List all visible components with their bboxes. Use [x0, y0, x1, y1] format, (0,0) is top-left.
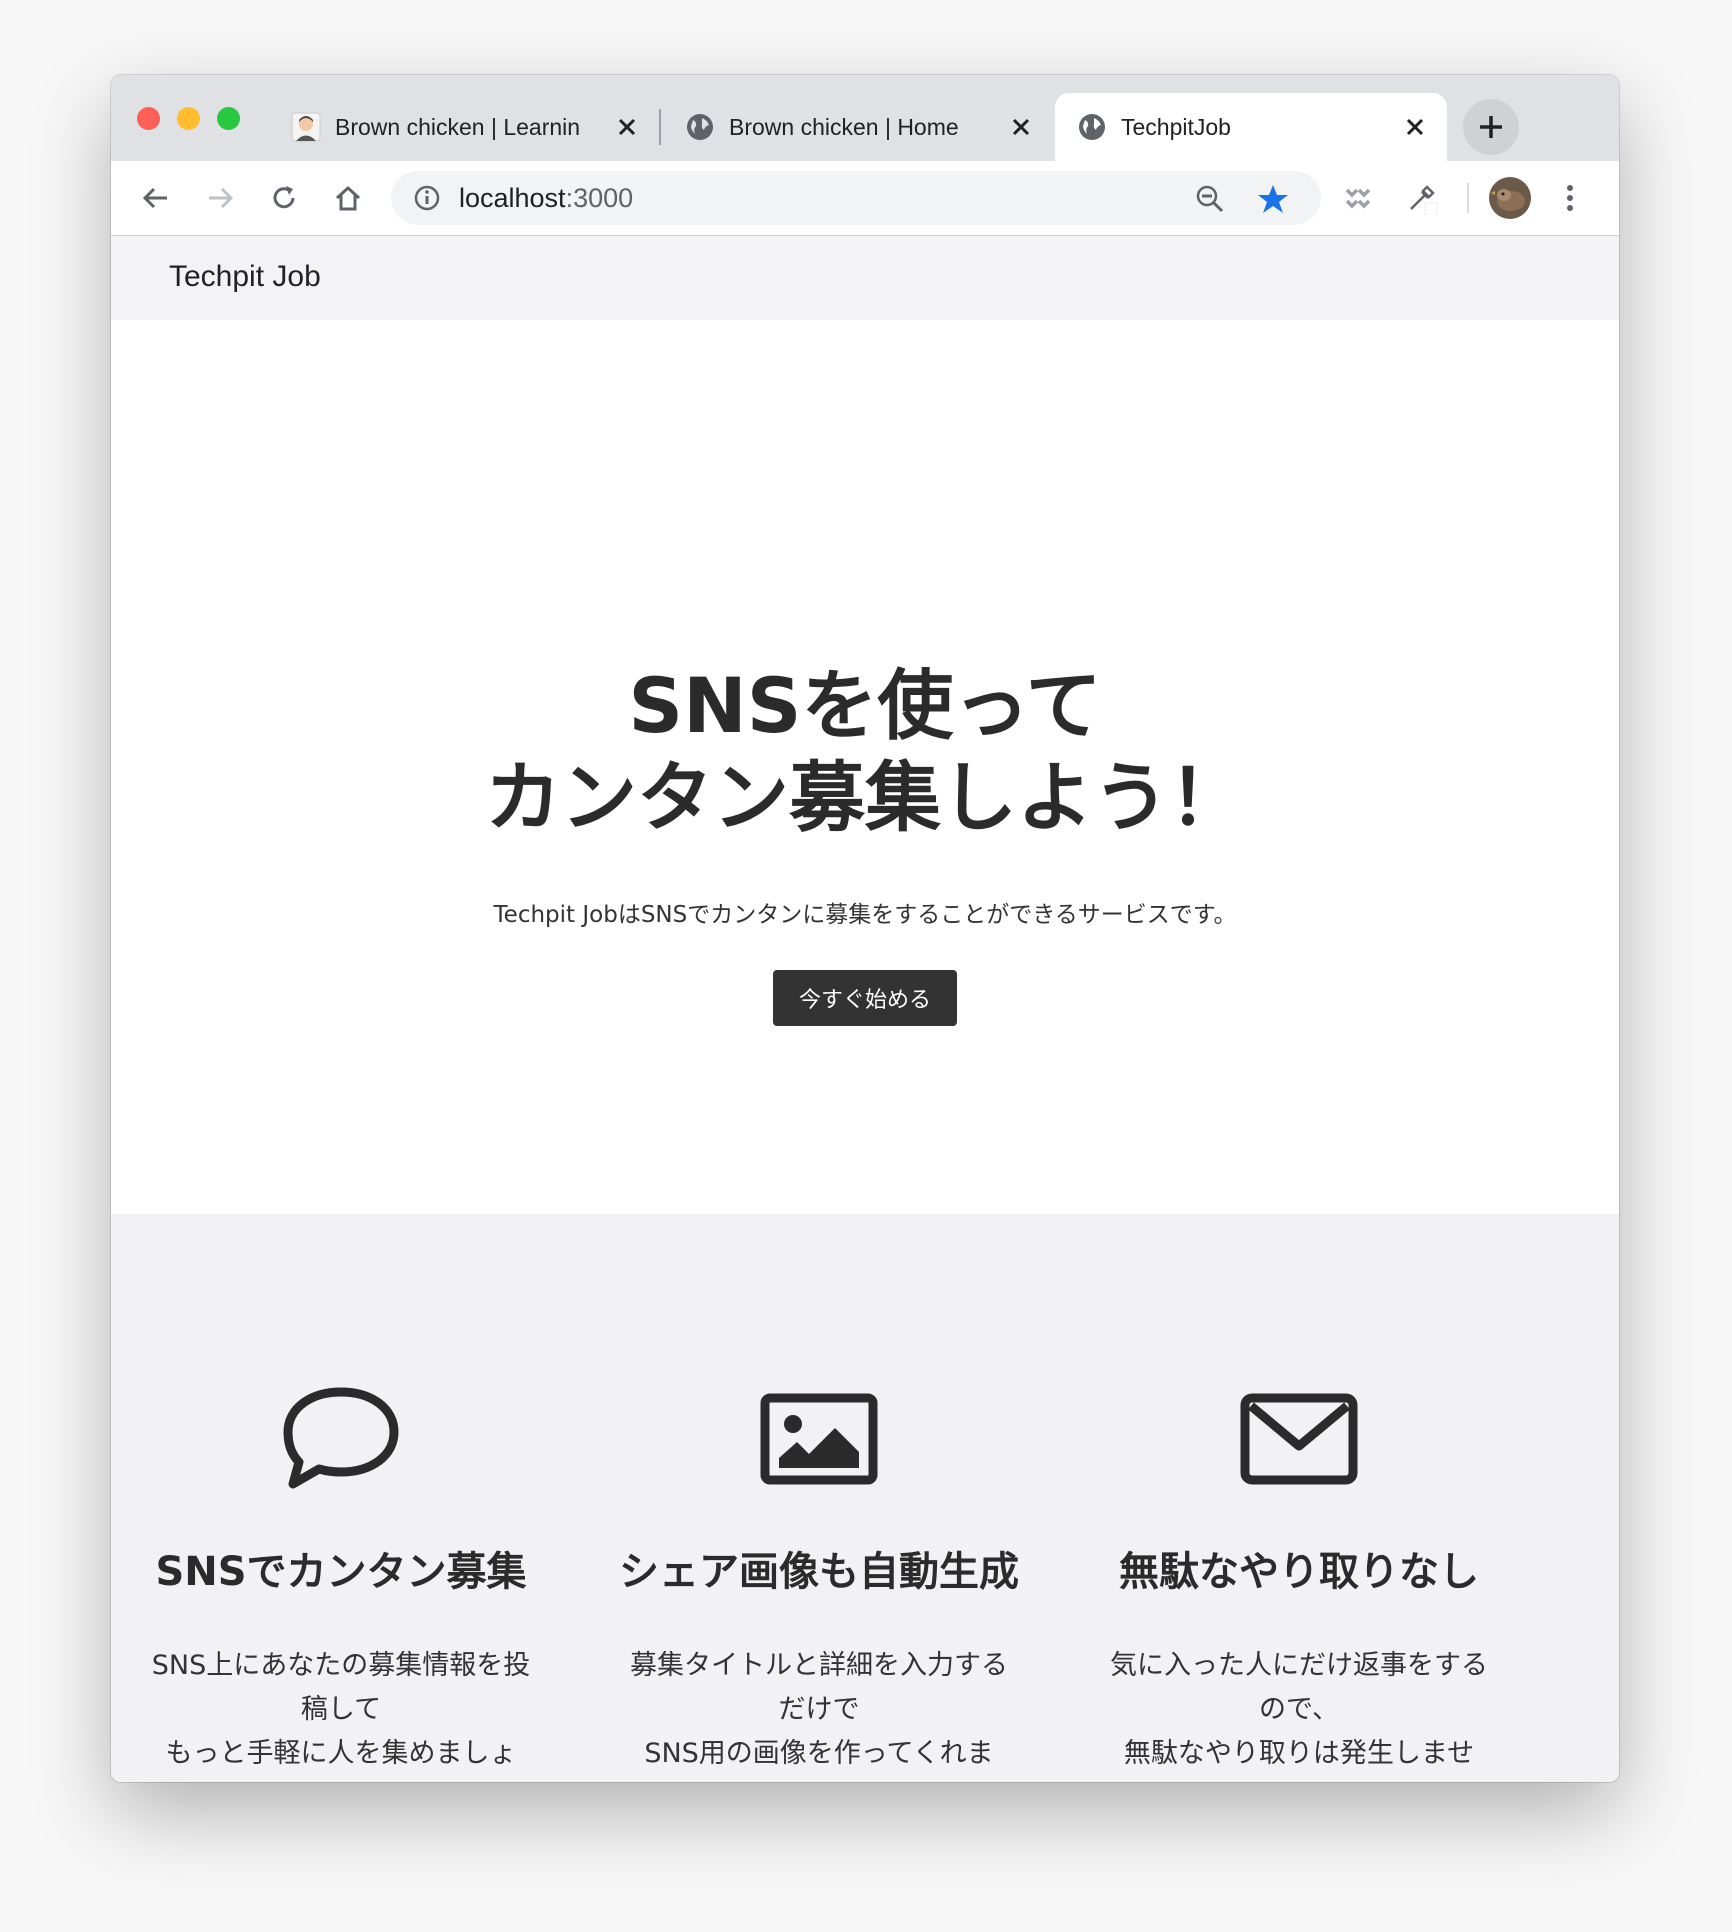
feature-description: SNS上にあなたの募集情報を投 稿して もっと手軽に人を集めましょ — [141, 1644, 541, 1776]
tab-title: TechpitJob — [1121, 113, 1231, 140]
reload-icon — [273, 186, 295, 209]
speech-bubble-icon — [283, 1387, 399, 1489]
forward-button[interactable] — [203, 181, 237, 215]
url-port: :3000 — [565, 183, 634, 213]
brand-link[interactable]: Techpit Job — [169, 260, 321, 294]
globe-icon — [687, 114, 713, 140]
arrow-right-icon — [209, 187, 234, 209]
back-button[interactable] — [139, 181, 173, 215]
plus-icon — [1480, 116, 1502, 138]
profile-avatar[interactable] — [1489, 177, 1531, 219]
new-tab-button[interactable] — [1463, 99, 1519, 155]
bookmark-star-icon[interactable] — [1257, 183, 1289, 215]
envelope-icon — [1240, 1393, 1358, 1485]
browser-window: Brown chicken | Learnin Brown chicken | … — [111, 75, 1619, 1782]
feature-description: 募集タイトルと詳細を入力する だけで SNS用の画像を作ってくれま — [619, 1644, 1019, 1776]
close-icon[interactable] — [1009, 115, 1033, 139]
toolbar-divider — [1467, 183, 1469, 213]
close-window-button[interactable] — [137, 107, 160, 130]
browser-toolbar: localhost:3000 — [111, 161, 1619, 237]
menu-button[interactable] — [1553, 181, 1587, 215]
minimize-window-button[interactable] — [177, 107, 200, 130]
feature-description: 気に入った人にだけ返事をする ので、 無駄なやり取りは発生しませ — [1099, 1644, 1499, 1776]
feature-desc-line: SNS上にあなたの募集情報を投 — [151, 1650, 531, 1681]
url-host: localhost — [459, 183, 566, 213]
feature-title: 無駄なやり取りなし — [1119, 1549, 1479, 1595]
arrow-left-icon — [142, 187, 167, 209]
feature-desc-line: ので、 — [1259, 1694, 1339, 1725]
features-section: SNSでカンタン募集 SNS上にあなたの募集情報を投 稿して もっと手軽に人を集… — [111, 1214, 1619, 1782]
tab-brown-chicken-learning[interactable]: Brown chicken | Learnin — [269, 93, 659, 161]
feature-desc-line: だけで — [778, 1694, 860, 1725]
zoom-window-button[interactable] — [217, 107, 240, 130]
feature-desc-line: 無駄なやり取りは発生しませ — [1123, 1738, 1475, 1769]
hero-title: SNSを使って カンタン募集しよう！ — [111, 660, 1619, 844]
reload-button[interactable] — [267, 181, 301, 215]
feature-title: SNSでカンタン募集 — [155, 1549, 527, 1595]
more-vertical-icon — [1567, 185, 1573, 211]
globe-icon — [1079, 114, 1105, 140]
home-icon — [335, 185, 361, 211]
start-now-button[interactable]: 今すぐ始める — [773, 970, 957, 1026]
url-text: localhost:3000 — [459, 183, 633, 214]
image-icon — [760, 1393, 878, 1485]
feature-desc-line: 気に入った人にだけ返事をする — [1110, 1650, 1488, 1681]
hero-section: SNSを使って カンタン募集しよう！ Techpit JobはSNSでカンタンに… — [111, 320, 1619, 1214]
close-icon[interactable] — [615, 115, 639, 139]
zoom-out-icon[interactable] — [1195, 184, 1225, 214]
extension-button[interactable] — [1341, 181, 1375, 215]
eyedropper-extension-button[interactable] — [1405, 181, 1439, 215]
tab-strip: Brown chicken | Learnin Brown chicken | … — [111, 75, 1619, 161]
close-icon[interactable] — [1403, 115, 1427, 139]
feature-desc-line: 稿して — [300, 1694, 382, 1725]
avatar-favicon-icon — [291, 112, 321, 142]
hero-title-line-2: カンタン募集しよう！ — [485, 753, 1245, 842]
site-navbar: Techpit Job — [111, 236, 1619, 320]
tab-title: Brown chicken | Home — [729, 113, 959, 140]
tab-techpitjob[interactable]: TechpitJob — [1055, 93, 1447, 161]
feature-desc-line: もっと手軽に人を集めましょ — [165, 1738, 517, 1769]
hero-lead-text: Techpit JobはSNSでカンタンに募集をすることができるサービスです。 — [493, 902, 1237, 928]
extension-icon — [1345, 188, 1371, 209]
address-bar[interactable]: localhost:3000 — [391, 171, 1321, 225]
home-button[interactable] — [331, 181, 365, 215]
avatar-icon — [1489, 177, 1531, 219]
feature-desc-line: 募集タイトルと詳細を入力する — [630, 1650, 1008, 1681]
info-icon[interactable] — [413, 184, 441, 212]
feature-desc-line: SNS用の画像を作ってくれま — [644, 1738, 994, 1769]
hero-title-line-1: SNSを使って — [628, 661, 1102, 750]
feature-title: シェア画像も自動生成 — [619, 1549, 1019, 1595]
tab-brown-chicken-home[interactable]: Brown chicken | Home — [663, 93, 1053, 161]
tab-title: Brown chicken | Learnin — [335, 113, 581, 140]
eyedropper-icon — [1410, 185, 1438, 215]
tab-separator — [659, 109, 661, 145]
